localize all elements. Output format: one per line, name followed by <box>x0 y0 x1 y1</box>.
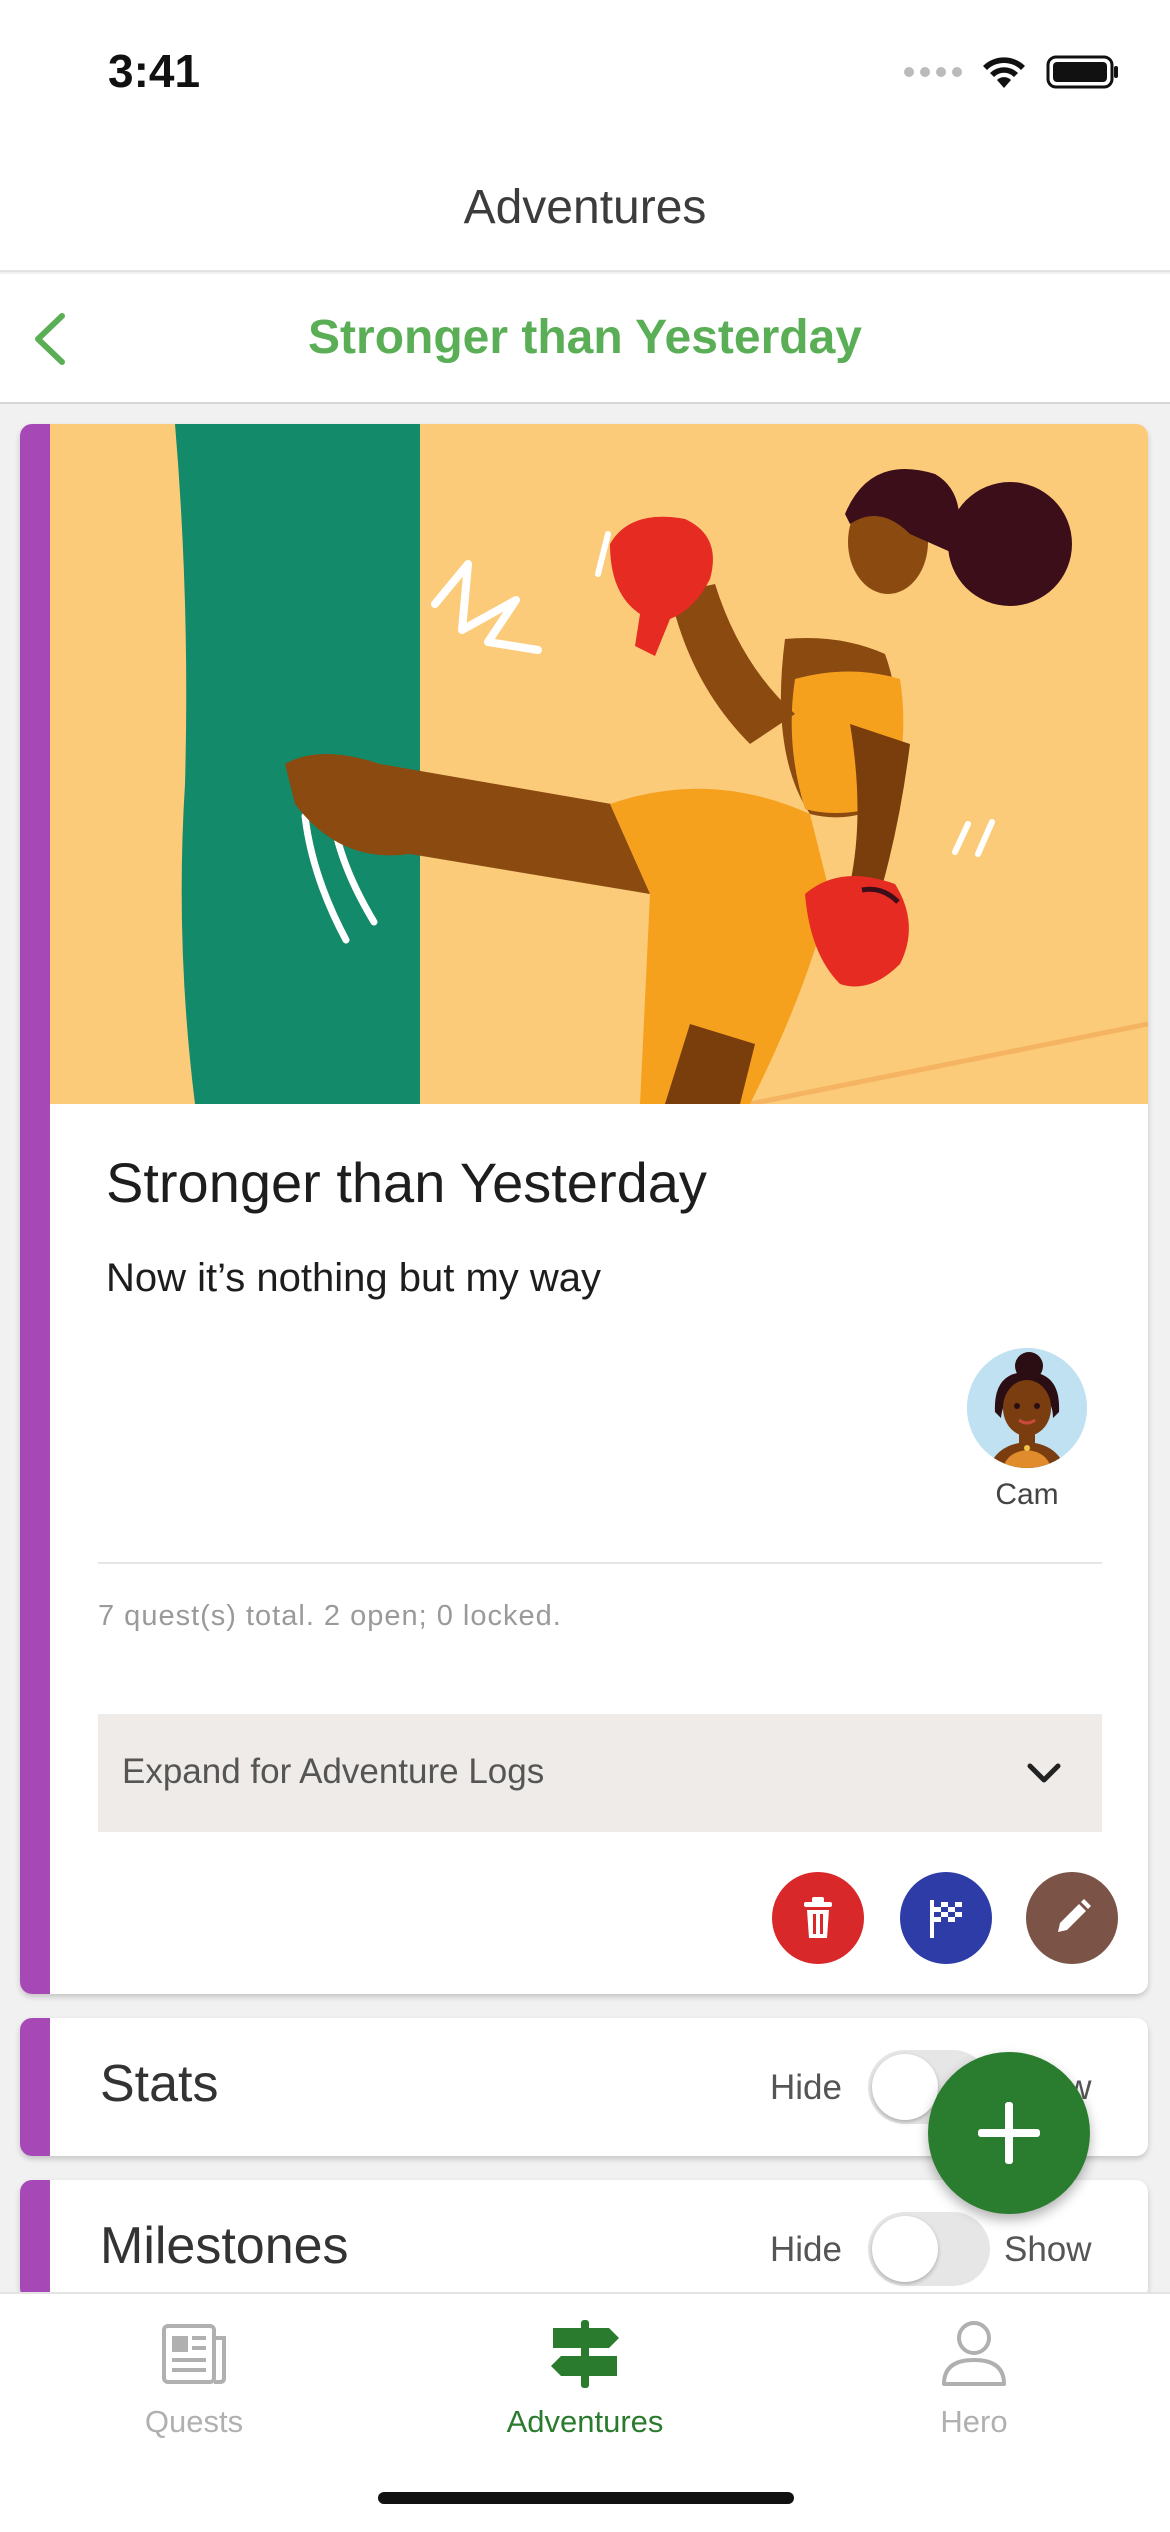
milestones-toggle[interactable] <box>868 2212 990 2286</box>
finish-adventure-button[interactable] <box>900 1872 992 1964</box>
stats-title: Stats <box>100 2055 219 2113</box>
person-icon <box>942 2321 1006 2386</box>
tab-hero[interactable]: Hero <box>824 2314 1124 2440</box>
show-label: Show <box>1004 2230 1092 2269</box>
nav-title: Stronger than Yesterday <box>308 311 862 364</box>
adventure-logs-expander[interactable]: Expand for Adventure Logs <box>98 1714 1102 1832</box>
expander-label: Expand for Adventure Logs <box>122 1752 545 1791</box>
milestones-title: Milestones <box>100 2217 349 2275</box>
trash-icon <box>804 1897 832 1938</box>
signal-icon <box>904 67 962 77</box>
divider <box>98 1562 1102 1564</box>
checkered-flag-icon <box>930 1900 962 1938</box>
signpost-icon <box>551 2320 619 2388</box>
wifi-icon <box>983 57 1025 88</box>
quest-summary: 7 quest(s) total. 2 open; 0 locked. <box>98 1600 562 1632</box>
member-name: Cam <box>995 1478 1059 1511</box>
adventure-illustration <box>50 424 1148 1104</box>
adventure-subtitle: Now it’s nothing but my way <box>106 1256 602 1300</box>
add-quest-button[interactable] <box>928 2052 1090 2214</box>
tab-label: Hero <box>940 2404 1008 2439</box>
card-accent <box>20 2018 50 2156</box>
hide-label: Hide <box>770 2230 842 2269</box>
status-icons <box>904 54 1120 90</box>
tab-icon <box>824 2314 1124 2394</box>
battery-icon <box>1046 55 1118 89</box>
tab-icon <box>44 2314 344 2394</box>
tab-icon <box>435 2314 735 2394</box>
tab-label: Quests <box>144 2404 244 2439</box>
chevron-down-icon <box>1027 1763 1061 1783</box>
newspaper-icon <box>162 2324 226 2384</box>
plus-icon <box>978 2102 1040 2164</box>
toggle-knob <box>872 2216 938 2282</box>
adventure-title: Stronger than Yesterday <box>106 1151 707 1214</box>
avatar <box>967 1348 1087 1468</box>
adventure-card: Stronger than Yesterday Now it’s nothing… <box>20 424 1148 1994</box>
app-title: Adventures <box>463 181 707 234</box>
delete-button[interactable] <box>772 1872 864 1964</box>
pencil-icon <box>1058 1899 1091 1932</box>
hide-label: Hide <box>770 2068 842 2107</box>
tab-adventures[interactable]: Adventures <box>435 2314 735 2440</box>
card-accent <box>20 424 50 1994</box>
app-header: Adventures <box>0 150 1170 272</box>
card-accent <box>20 2180 50 2300</box>
status-time: 3:41 <box>108 45 201 97</box>
member-cam[interactable]: Cam <box>962 1348 1092 1512</box>
home-indicator[interactable] <box>378 2492 794 2504</box>
toggle-knob <box>872 2054 938 2120</box>
nav-header: Stronger than Yesterday <box>0 274 1170 404</box>
status-bar: 3:41 <box>0 0 1170 150</box>
tab-quests[interactable]: Quests <box>44 2314 344 2440</box>
tab-label: Adventures <box>506 2404 664 2439</box>
edit-button[interactable] <box>1026 1872 1118 1964</box>
